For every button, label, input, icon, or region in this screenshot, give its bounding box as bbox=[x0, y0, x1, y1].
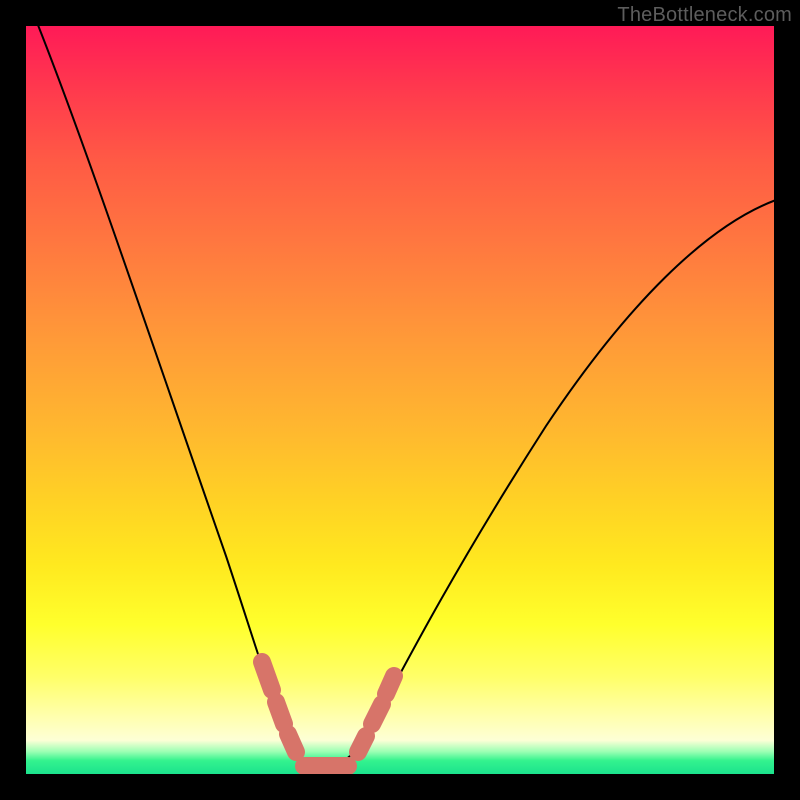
chart-frame: TheBottleneck.com bbox=[0, 0, 800, 800]
highlight-right bbox=[358, 676, 394, 752]
plot-area bbox=[26, 26, 774, 774]
watermark-text: TheBottleneck.com bbox=[617, 4, 792, 27]
highlight-left bbox=[262, 662, 296, 752]
chart-svg bbox=[26, 26, 774, 774]
bottleneck-curve bbox=[36, 26, 774, 766]
